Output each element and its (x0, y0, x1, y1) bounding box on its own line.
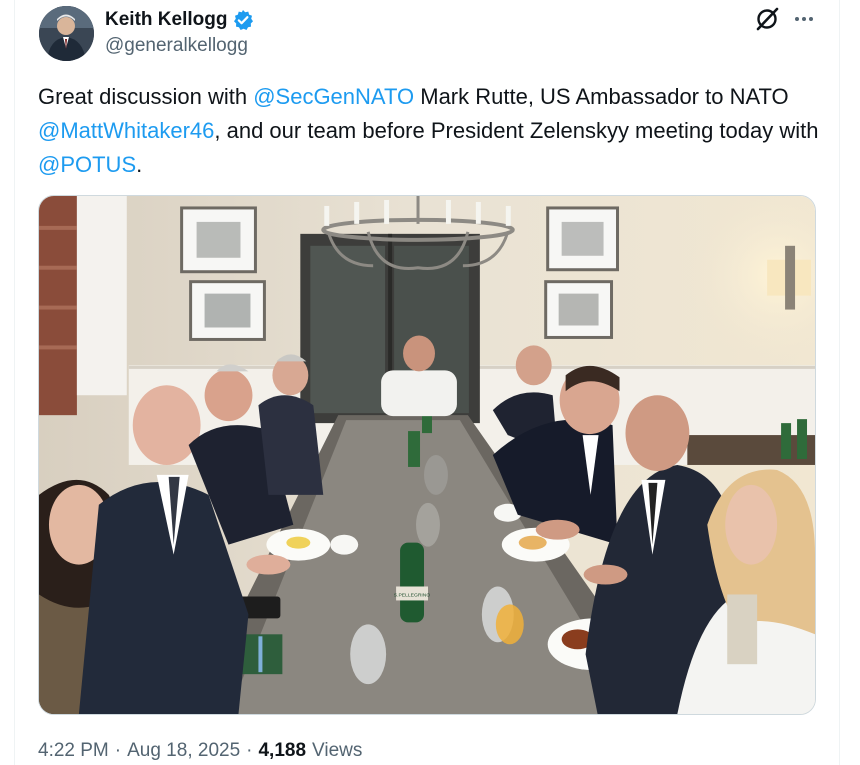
tweet-date[interactable]: Aug 18, 2025 (127, 740, 240, 762)
tweet-card: Keith Kellogg @generalkellogg Great disc… (14, 0, 840, 765)
tweet-time[interactable]: 4:22 PM (38, 740, 109, 762)
verified-badge-icon (234, 10, 254, 30)
avatar-image (39, 6, 94, 61)
meta-separator: · (114, 740, 122, 761)
mention-link-potus[interactable]: @POTUS (38, 152, 136, 177)
author-handle[interactable]: @generalkellogg (105, 35, 248, 57)
tweet-text-part: , and our team before President Zelensky… (214, 118, 819, 143)
grok-icon[interactable] (754, 6, 780, 32)
tweet-photo[interactable]: S.PELLEGRINO (38, 195, 816, 715)
meta-separator: · (246, 740, 253, 761)
views-count[interactable]: 4,188 (258, 740, 306, 762)
tweet-meta: 4:22 PM · Aug 18, 2025 · 4,188 Views (38, 740, 362, 762)
tweet-text-part: . (136, 152, 143, 177)
mention-link-secgennato[interactable]: @SecGenNATO (253, 84, 414, 109)
author-display-name[interactable]: Keith Kellogg (105, 9, 227, 31)
tweet-text: Great discussion with @SecGenNATO Mark R… (38, 80, 828, 182)
water-bottle-label: S.PELLEGRINO (394, 592, 431, 598)
meeting-photo: S.PELLEGRINO (39, 196, 815, 714)
tweet-text-part: Mark Rutte, US Ambassador to NATO (414, 84, 789, 109)
tweet-text-part: Great discussion with (38, 84, 254, 109)
author-name-row[interactable]: Keith Kellogg (105, 9, 254, 31)
author-avatar[interactable] (39, 6, 94, 61)
views-label: Views (312, 740, 363, 761)
mention-link-mattwhitaker46[interactable]: @MattWhitaker46 (38, 118, 214, 143)
more-options-icon[interactable] (791, 8, 817, 30)
